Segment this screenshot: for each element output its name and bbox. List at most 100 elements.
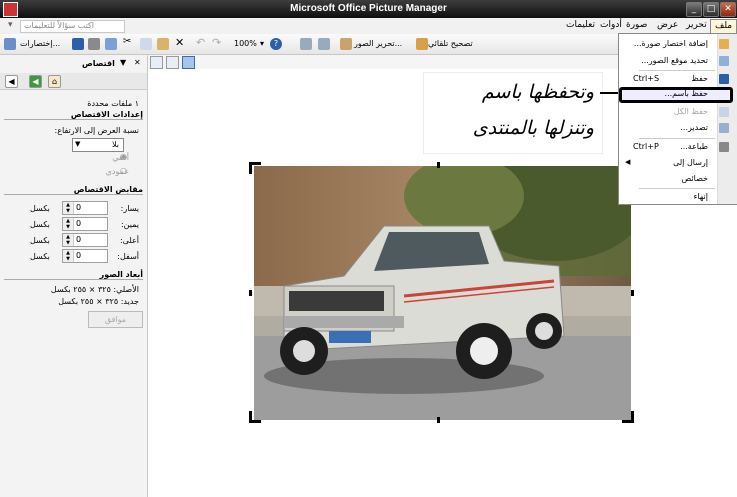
- menu-print[interactable]: طباعة... Ctrl+P: [621, 140, 733, 154]
- menu-print-shortcut: Ctrl+P: [633, 142, 659, 151]
- rotate-left-icon[interactable]: [300, 38, 312, 50]
- delete-icon[interactable]: ✕: [175, 36, 187, 49]
- home-icon[interactable]: ⌂: [48, 75, 61, 88]
- right-value: 0: [76, 219, 82, 228]
- aspect-ratio-select[interactable]: بلا ▼: [72, 138, 124, 152]
- pane-close-icon[interactable]: ✕: [134, 58, 141, 67]
- original-size: الأصلي: ٣٢٥ × ٢٥٥ بكسل: [50, 285, 139, 294]
- filmstrip-view-icon[interactable]: [166, 56, 179, 69]
- menu-view[interactable]: عرض: [657, 20, 678, 30]
- menu-save-shortcut: Ctrl+S: [633, 74, 660, 83]
- shortcuts-button[interactable]: إختصارات...: [20, 39, 60, 48]
- left-value: 0: [76, 203, 82, 212]
- truck-photo[interactable]: [254, 166, 631, 420]
- help-dropdown-icon[interactable]: ▾: [8, 20, 13, 30]
- annotation-line-2: وتنزلها بالمنتدى: [472, 117, 594, 139]
- menu-exit[interactable]: إنهاء: [621, 190, 733, 204]
- task-pane: اقتصاص ▼ ✕ ◀ ◀ ⌂ ١ ملفات محددة إعدادات ا…: [0, 55, 148, 497]
- print-icon[interactable]: [88, 38, 100, 50]
- crop-handle-top-left-v[interactable]: [249, 162, 252, 174]
- bottom-unit: بكسل: [30, 252, 50, 261]
- stepper-arrows-icon[interactable]: ▲ ▼: [63, 202, 74, 214]
- title-bar: Microsoft Office Picture Manager _ □ ✕: [0, 0, 737, 18]
- back-arrow-icon[interactable]: ◀: [5, 75, 18, 88]
- right-stepper[interactable]: ▲ ▼ 0: [62, 217, 108, 231]
- minimize-button[interactable]: _: [686, 2, 702, 17]
- crop-handle-bottom-right-v[interactable]: [631, 411, 634, 423]
- rotate-right-icon[interactable]: [318, 38, 330, 50]
- zoom-dropdown-icon[interactable]: ▾: [260, 39, 264, 48]
- bottom-label: أسفل:: [117, 252, 139, 261]
- right-label: يمين:: [120, 220, 139, 229]
- annotation-box: وتحفظها باسم وتنزلها بالمنتدى: [423, 72, 603, 154]
- landscape-radio[interactable]: ◉: [120, 152, 127, 161]
- menu-save-as-label: حفظ باسم...: [664, 89, 708, 98]
- menu-add-shortcut[interactable]: إضافة اختصار صورة...: [621, 37, 733, 51]
- menu-separator: [639, 138, 715, 139]
- submenu-arrow-icon: ◀: [625, 158, 631, 166]
- save-all-icon: [719, 107, 729, 117]
- right-unit: بكسل: [30, 220, 50, 229]
- close-button[interactable]: ✕: [720, 2, 736, 17]
- crop-handle-top[interactable]: [437, 162, 440, 168]
- left-stepper[interactable]: ▲ ▼ 0: [62, 201, 108, 215]
- paste-icon[interactable]: [157, 38, 169, 50]
- portrait-radio[interactable]: ○: [120, 166, 127, 175]
- menu-locate-pictures[interactable]: تحديد موقع الصور...: [621, 54, 733, 68]
- menu-export-label: تصدير...: [680, 123, 708, 132]
- menu-help[interactable]: تعليمات: [566, 20, 595, 30]
- cut-icon[interactable]: ✂: [123, 36, 135, 48]
- bottom-stepper[interactable]: ▲ ▼ 0: [62, 249, 108, 263]
- crop-settings-heading: إعدادات الاقتصاص: [4, 110, 143, 120]
- help-placeholder: اكتب سؤالاً للتعليمات: [24, 21, 95, 30]
- menu-edit[interactable]: تحرير: [686, 20, 707, 30]
- ok-button[interactable]: موافق: [88, 311, 143, 328]
- save-icon[interactable]: [72, 38, 84, 50]
- menu-export[interactable]: تصدير...: [621, 121, 733, 135]
- auto-correct-icon[interactable]: [416, 38, 428, 50]
- single-picture-view-icon[interactable]: [182, 56, 195, 69]
- new-size: جديد: ٣٢٥ × ٢٥٥ بكسل: [58, 297, 139, 306]
- menu-picture[interactable]: صورة: [626, 20, 647, 30]
- window-title: Microsoft Office Picture Manager: [290, 3, 447, 14]
- pane-title: اقتصاص: [82, 59, 115, 68]
- aspect-ratio-label: نسبة العرض إلى الارتفاع:: [54, 126, 139, 135]
- edit-pictures-button[interactable]: تحرير الصور...: [354, 39, 402, 48]
- shortcuts-icon[interactable]: [4, 38, 16, 50]
- undo-icon[interactable]: ↶: [196, 36, 208, 49]
- stepper-arrows-icon[interactable]: ▲ ▼: [63, 250, 74, 262]
- menu-save-as[interactable]: حفظ باسم...: [619, 87, 733, 103]
- thumbnail-view-icon[interactable]: [150, 56, 163, 69]
- selected-files: ١ ملفات محددة: [87, 99, 139, 108]
- menu-save-all[interactable]: حفظ الكل: [621, 105, 733, 119]
- auto-correct-button[interactable]: تصحيح تلقائي: [428, 39, 473, 48]
- stepper-arrows-icon[interactable]: ▲ ▼: [63, 218, 74, 230]
- annotation-line-1: وتحفظها باسم: [481, 81, 594, 103]
- menu-properties[interactable]: خصائص: [621, 172, 733, 186]
- print-icon: [719, 142, 729, 152]
- crop-handle-bottom-left-v[interactable]: [249, 411, 252, 423]
- crop-handle-left[interactable]: [249, 290, 252, 296]
- menu-send-to[interactable]: إرسال إلى ◀: [621, 156, 733, 170]
- top-stepper[interactable]: ▲ ▼ 0: [62, 233, 108, 247]
- bottom-value: 0: [76, 251, 82, 260]
- stepper-arrows-icon[interactable]: ▲ ▼: [63, 234, 74, 246]
- edit-pictures-icon[interactable]: [340, 38, 352, 50]
- maximize-button[interactable]: □: [703, 2, 719, 17]
- menu-tools[interactable]: أدوات: [600, 20, 622, 30]
- pane-menu-icon[interactable]: ▼: [120, 58, 126, 67]
- menu-save-all-label: حفظ الكل: [673, 107, 708, 116]
- help-icon[interactable]: ?: [270, 38, 282, 50]
- zoom-level[interactable]: 100%: [234, 39, 257, 48]
- redo-icon[interactable]: ↷: [212, 36, 224, 49]
- select-arrow-icon: ▼: [75, 140, 81, 148]
- menu-save[interactable]: حفظ Ctrl+S: [621, 72, 733, 86]
- crop-handle-bottom[interactable]: [437, 417, 440, 423]
- forward-arrow-icon[interactable]: ◀: [29, 75, 42, 88]
- email-icon[interactable]: [105, 38, 117, 50]
- copy-icon[interactable]: [140, 38, 152, 50]
- dimensions-heading: أبعاد الصور: [4, 270, 143, 280]
- crop-handle-right[interactable]: [631, 290, 634, 296]
- folder-icon: [719, 39, 729, 49]
- help-search-input[interactable]: اكتب سؤالاً للتعليمات: [20, 20, 125, 33]
